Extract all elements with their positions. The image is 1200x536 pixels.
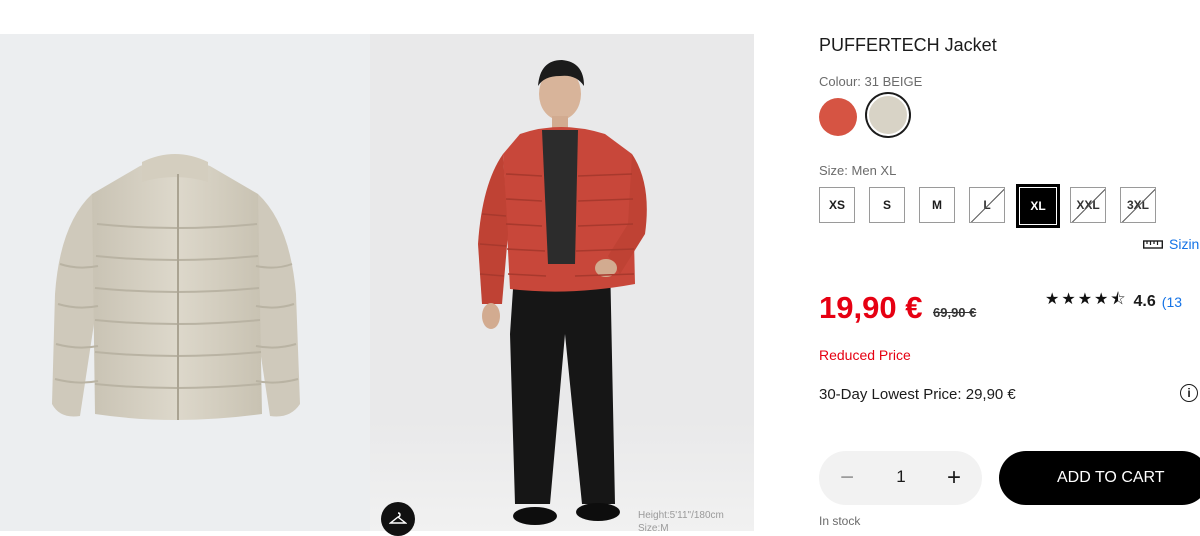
original-price: 69,90 €: [933, 305, 977, 320]
sizing-link-label: Sizin: [1169, 236, 1200, 252]
current-price: 19,90 €: [819, 290, 923, 325]
quantity-value[interactable]: 1: [889, 467, 913, 487]
product-gallery: [0, 34, 754, 531]
size-button-m[interactable]: M: [919, 187, 955, 223]
model-size-text: Size:M: [638, 523, 669, 534]
model-wearing-red-jacket-image: [478, 60, 647, 525]
model-size-caption: Height:5'11"/180cm Size:M: [638, 509, 724, 535]
product-info-panel: PUFFERTECH Jacket Colour: 31 BEIGE Size:…: [819, 0, 1200, 531]
rating-value: 4.6: [1133, 292, 1156, 310]
review-count-link[interactable]: (13: [1162, 294, 1182, 310]
decrease-quantity-button[interactable]: −: [837, 464, 857, 492]
size-button-3xl[interactable]: 3XL: [1120, 187, 1156, 223]
stock-status: In stock: [819, 514, 861, 528]
rating[interactable]: ★★★★⯪ 4.6 (13: [1045, 288, 1182, 315]
lowest-price-text: 30-Day Lowest Price: 29,90 €: [819, 386, 1016, 403]
product-title: PUFFERTECH Jacket: [819, 35, 997, 55]
colour-swatch-red[interactable]: [819, 98, 857, 136]
increase-quantity-button[interactable]: +: [943, 464, 965, 492]
quantity-stepper: − 1 +: [819, 451, 982, 505]
star-rating-icon: ★★★★⯪: [1045, 291, 1128, 308]
add-to-cart-label: ADD TO CART: [1057, 469, 1165, 486]
sizing-link[interactable]: Sizin: [1143, 236, 1199, 252]
colour-swatch-beige[interactable]: [867, 94, 909, 136]
add-to-cart-button[interactable]: ADD TO CART: [999, 451, 1200, 505]
size-button-xl[interactable]: XL: [1016, 184, 1060, 228]
product-image-flat[interactable]: [0, 34, 370, 531]
size-button-s[interactable]: S: [869, 187, 905, 223]
beige-jacket-image: [52, 154, 300, 420]
product-image-model[interactable]: [370, 34, 754, 531]
reduced-price-label: Reduced Price: [819, 347, 911, 363]
size-button-xxl[interactable]: XXL: [1070, 187, 1106, 223]
info-icon[interactable]: i: [1180, 384, 1198, 402]
hanger-icon: [389, 512, 407, 524]
colour-label: Colour: 31 BEIGE: [819, 74, 923, 89]
model-height-text: Height:5'11"/180cm: [638, 510, 724, 521]
size-label: Size: Men XL: [819, 163, 897, 178]
size-button-l[interactable]: L: [969, 187, 1005, 223]
size-button-xs[interactable]: XS: [819, 187, 855, 223]
ruler-icon: [1143, 240, 1163, 249]
